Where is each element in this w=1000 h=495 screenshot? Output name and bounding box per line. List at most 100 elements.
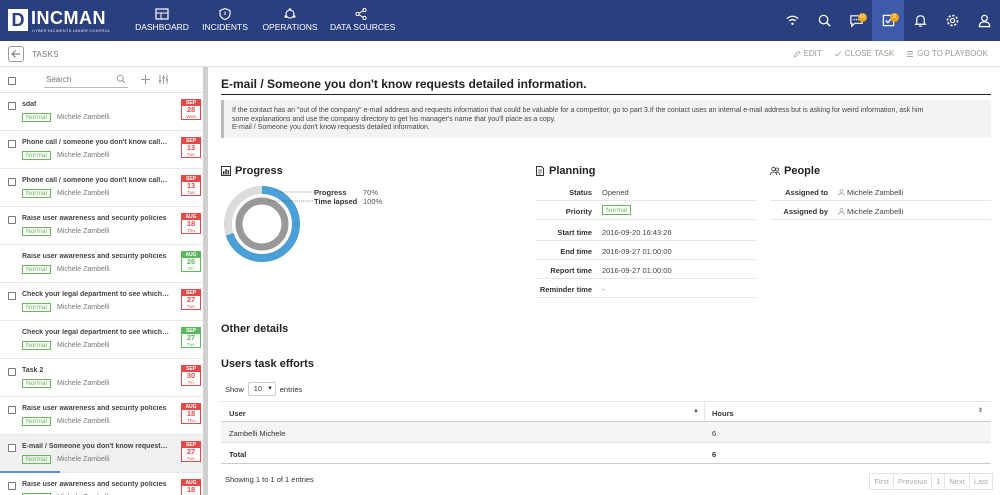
due-weekday: Tue bbox=[187, 190, 195, 195]
back-button[interactable] bbox=[8, 46, 24, 62]
nav-incidents[interactable]: INCIDENTS bbox=[201, 0, 249, 41]
due-day: 18 bbox=[186, 409, 196, 418]
due-weekday: Fri bbox=[188, 380, 194, 385]
task-assignee: Michele Zambelli bbox=[57, 380, 110, 387]
task-assignee: Michele Zambelli bbox=[57, 418, 110, 425]
profile-button[interactable] bbox=[968, 0, 1000, 41]
nav-operations[interactable]: OPERATIONS bbox=[262, 0, 318, 41]
search-button[interactable] bbox=[808, 0, 840, 41]
task-checkbox[interactable] bbox=[8, 178, 16, 186]
sort-both-icon[interactable]: ⇕ bbox=[978, 407, 983, 414]
assigned-by-label: Assigned by bbox=[783, 207, 828, 216]
task-list-item[interactable]: sdaf Normal Michele Zambelli SEP 28 Wed bbox=[0, 93, 203, 131]
title-divider bbox=[221, 94, 991, 95]
close-task-button[interactable]: CLOSE TASK bbox=[834, 49, 894, 58]
table-row: Zambelli Michele 6 bbox=[221, 422, 991, 443]
task-list-item[interactable]: Raise user awareness and security polici… bbox=[0, 397, 203, 435]
cell-user: Zambelli Michele bbox=[229, 429, 286, 438]
settings-button[interactable] bbox=[936, 0, 968, 41]
task-list-item[interactable]: Raise user awareness and security polici… bbox=[0, 207, 203, 245]
pager-page-1[interactable]: 1 bbox=[932, 474, 946, 489]
task-title: Raise user awareness and security polici… bbox=[22, 481, 167, 488]
logo-mark: D bbox=[8, 9, 28, 31]
task-list-item[interactable]: Raise user awareness and security polici… bbox=[0, 473, 203, 495]
task-list-item[interactable]: Phone call / someone you don't know call… bbox=[0, 169, 203, 207]
column-header-user[interactable]: User bbox=[229, 409, 246, 418]
bell-icon bbox=[913, 15, 927, 27]
entries-select[interactable]: 10 bbox=[247, 382, 276, 396]
gear-icon bbox=[946, 14, 958, 27]
task-priority-badge: Normal bbox=[22, 113, 51, 122]
nav-dashboard[interactable]: DASHBOARD bbox=[134, 0, 190, 41]
notifications-button[interactable] bbox=[904, 0, 936, 41]
task-list-item[interactable]: Raise user awareness and security polici… bbox=[0, 245, 203, 283]
search-icon bbox=[818, 14, 831, 27]
due-date-calendar: SEP 27 Tue bbox=[181, 441, 201, 462]
chat-button[interactable]: 61 bbox=[840, 0, 872, 41]
planning-row-priority: Priority Normal bbox=[535, 201, 755, 220]
filter-icon[interactable] bbox=[158, 74, 169, 85]
select-all-checkbox[interactable] bbox=[8, 77, 16, 85]
due-weekday: Tue bbox=[187, 342, 195, 347]
logo[interactable]: D INCMAN CYBER INCIDENTS UNDER CONTROL bbox=[8, 6, 110, 36]
task-checkbox[interactable] bbox=[8, 292, 16, 300]
task-priority-badge: Normal bbox=[22, 417, 51, 426]
task-list: sdaf Normal Michele Zambelli SEP 28 Wed Phone … bbox=[0, 93, 203, 495]
search-input[interactable] bbox=[44, 72, 110, 86]
planning-title: Planning bbox=[549, 165, 596, 177]
due-day: 18 bbox=[186, 219, 196, 228]
planning-row-report: Report time 2016-09-27 01:00:00 bbox=[535, 260, 755, 279]
column-header-hours[interactable]: Hours bbox=[712, 409, 734, 418]
task-checkbox[interactable] bbox=[8, 406, 16, 414]
tasks-button[interactable]: 11 bbox=[872, 0, 904, 41]
progress-section-title: Progress bbox=[221, 165, 283, 177]
search-icon[interactable] bbox=[116, 74, 126, 84]
nav-data-sources[interactable]: DATA SOURCES bbox=[330, 0, 395, 41]
share-icon bbox=[355, 8, 367, 20]
task-checkbox[interactable] bbox=[8, 216, 16, 224]
task-title: Task 2 bbox=[22, 367, 44, 374]
task-title: E-mail / Someone you don't know requests… bbox=[22, 443, 170, 450]
task-list-item[interactable]: Phone call / someone you don't know call… bbox=[0, 131, 203, 169]
task-checkbox[interactable] bbox=[8, 482, 16, 490]
task-checkbox[interactable] bbox=[8, 102, 16, 110]
pager-previous[interactable]: Previous bbox=[894, 474, 933, 489]
top-bar: D INCMAN CYBER INCIDENTS UNDER CONTROL D… bbox=[0, 0, 1000, 41]
task-assignee: Michele Zambelli bbox=[57, 456, 110, 463]
reminder-time-value: - bbox=[602, 285, 605, 294]
task-checkbox[interactable] bbox=[8, 444, 16, 452]
section-label: TASKS bbox=[32, 50, 59, 59]
start-time-label: Start time bbox=[557, 228, 592, 237]
due-date-calendar: AUG18Thu bbox=[181, 213, 201, 234]
due-day: 28 bbox=[186, 105, 196, 114]
task-assignee: Michele Zambelli bbox=[57, 342, 110, 349]
due-weekday: Tue bbox=[187, 152, 195, 157]
person-icon bbox=[838, 208, 845, 215]
task-list-item[interactable]: Check your legal department to see which… bbox=[0, 283, 203, 321]
page-title: E-mail / Someone you don't know requests… bbox=[221, 77, 587, 91]
column-divider bbox=[704, 402, 705, 422]
check-icon bbox=[834, 50, 842, 57]
task-checkbox[interactable] bbox=[8, 140, 16, 148]
task-list-item[interactable]: Task 2 Normal Michele Zambelli SEP 30 Fri bbox=[0, 359, 203, 397]
go-to-playbook-label: GO TO PLAYBOOK bbox=[917, 49, 988, 58]
edit-button[interactable]: EDIT bbox=[793, 49, 822, 58]
pager-last[interactable]: Last bbox=[970, 474, 992, 489]
add-task-icon[interactable] bbox=[140, 74, 151, 85]
task-priority-badge: Normal bbox=[22, 303, 51, 312]
due-weekday: Fri bbox=[188, 266, 194, 271]
task-list-item[interactable]: Check your legal department to see which… bbox=[0, 321, 203, 359]
task-description: If the contact has an "out of the compan… bbox=[221, 100, 991, 138]
task-list-item[interactable]: E-mail / Someone you don't know requests… bbox=[0, 435, 203, 473]
due-date-calendar: SEP 27 Tue bbox=[181, 327, 201, 348]
sort-asc-icon[interactable]: ▲ bbox=[693, 408, 699, 414]
go-to-playbook-button[interactable]: GO TO PLAYBOOK bbox=[906, 49, 988, 58]
legend-leaders bbox=[268, 191, 314, 202]
pager-first[interactable]: First bbox=[870, 474, 895, 489]
task-list-header bbox=[0, 67, 203, 93]
due-day: 27 bbox=[186, 295, 196, 304]
wifi-button[interactable] bbox=[776, 0, 808, 41]
task-checkbox[interactable] bbox=[8, 368, 16, 376]
task-priority-badge: Normal bbox=[22, 379, 51, 388]
pager-next[interactable]: Next bbox=[945, 474, 970, 489]
